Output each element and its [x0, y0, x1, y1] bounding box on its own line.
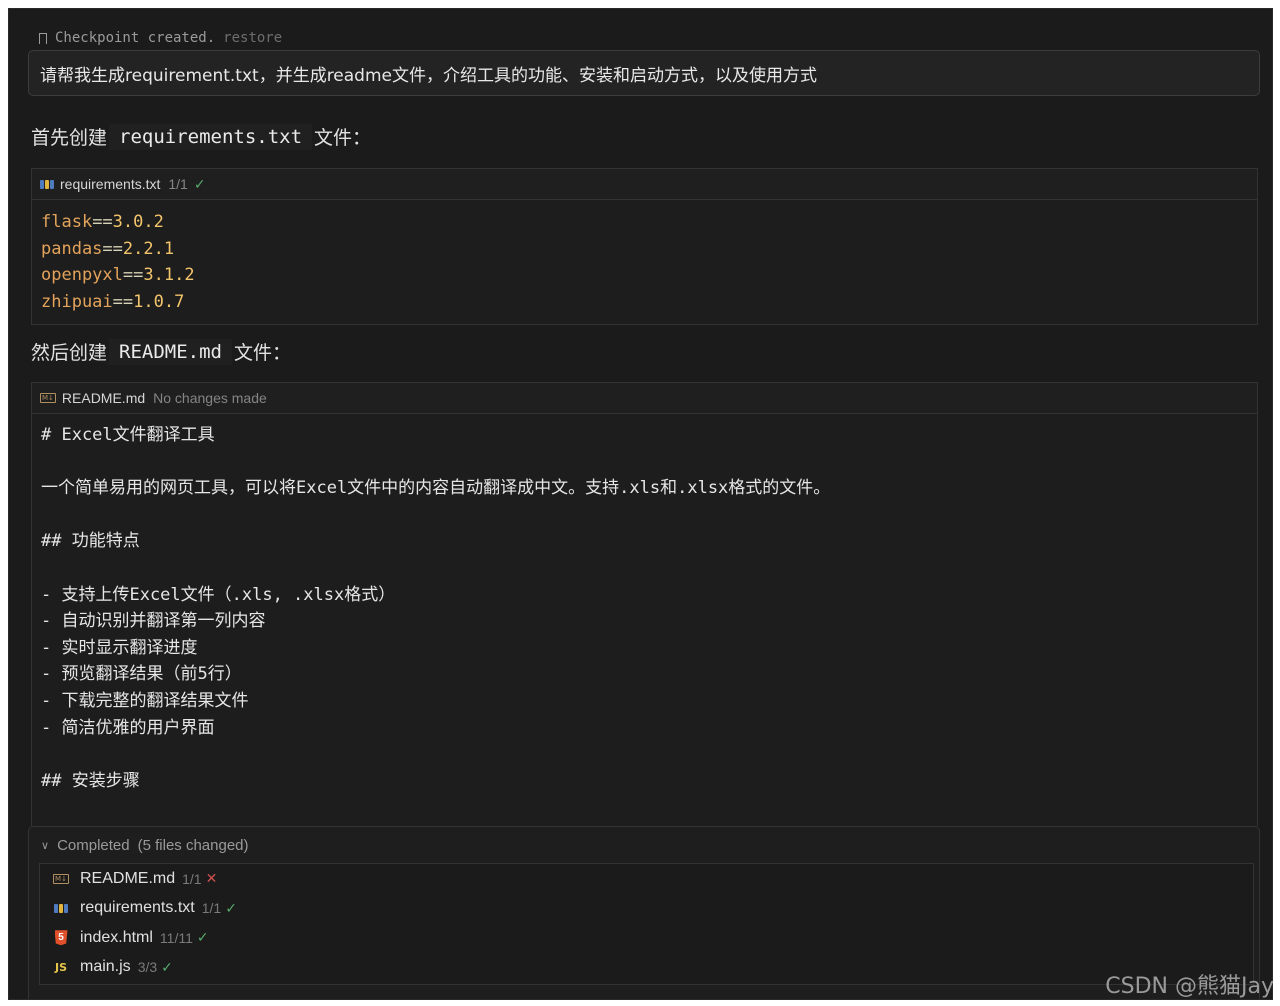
markdown-line — [41, 502, 1257, 529]
check-icon: ✓ — [193, 175, 206, 192]
html5-icon: 5 — [52, 930, 70, 946]
code-block-filename: requirements.txt — [60, 176, 161, 192]
code-block-header[interactable]: M↓ README.md No changes made — [32, 383, 1257, 414]
pip-icon — [52, 903, 70, 913]
check-icon: ✓ — [196, 929, 209, 946]
cross-icon: ✕ — [205, 870, 218, 887]
file-name: main.js — [80, 958, 131, 976]
code-block-readme: M↓ README.md No changes made # Excel文件翻译… — [31, 382, 1258, 826]
operator: == — [102, 238, 123, 259]
markdown-line — [41, 555, 1257, 582]
markdown-icon: M↓ — [40, 393, 56, 403]
completed-title: Completed — [57, 836, 130, 854]
markdown-line: - 简洁优雅的用户界面 — [41, 717, 215, 738]
step-heading-readme: 然后创建 README.md 文件： — [31, 338, 291, 365]
watermark: CSDN @熊猫Jay — [1105, 974, 1274, 999]
package-name: zhipuai — [41, 291, 113, 312]
chevron-down-icon: ∨ — [41, 839, 50, 852]
package-version: 3.1.2 — [143, 265, 195, 286]
inline-code-filename: README.md — [109, 338, 232, 365]
code-lines: # Excel文件翻译工具一个简单易用的网页工具，可以将Excel文件中的内容自… — [32, 414, 1257, 794]
changed-file-row[interactable]: M↓ README.md 1/1 ✕ — [40, 864, 1253, 894]
bookmark-icon — [39, 32, 47, 47]
changed-file-row[interactable]: 5 index.html 11/11 ✓ — [40, 923, 1253, 953]
operator: == — [122, 265, 144, 286]
changed-file-row[interactable]: requirements.txt 1/1 ✓ — [40, 894, 1253, 924]
step-heading-requirements: 首先创建 requirements.txt 文件： — [31, 123, 371, 150]
markdown-line: 一个简单易用的网页工具，可以将Excel文件中的内容自动翻译成中文。支持.xls… — [41, 478, 831, 499]
code-block-meta: No changes made — [153, 390, 267, 406]
code-block-filename: README.md — [61, 390, 146, 406]
check-icon: ✓ — [225, 899, 237, 916]
chat-panel: Checkpoint created. restore 请帮我生成require… — [8, 8, 1273, 1000]
user-prompt[interactable]: 请帮我生成requirement.txt，并生成readme文件，介绍工具的功能… — [28, 50, 1260, 96]
heading-text: 文件： — [233, 342, 291, 364]
changed-files-list: M↓ README.md 1/1 ✕ requirements.txt 1/1 ✓ 5 inde… — [39, 863, 1254, 985]
prompt-text: 请帮我生成requirement.txt，并生成readme文件，介绍工具的功能… — [40, 65, 817, 86]
markdown-line: - 支持上传Excel文件（.xls, .xlsx格式） — [41, 584, 396, 605]
markdown-line: - 下载完整的翻译结果文件 — [41, 690, 249, 711]
markdown-line: - 自动识别并翻译第一列内容 — [41, 611, 266, 632]
markdown-line — [41, 741, 1257, 768]
operator: == — [112, 291, 134, 312]
file-name: requirements.txt — [80, 899, 195, 917]
code-line: openpyxl==3.1.2 — [41, 262, 1257, 289]
heading-text: 然后创建 — [31, 342, 108, 364]
markdown-line: - 预览翻译结果（前5行） — [41, 664, 242, 685]
code-block-requirements: requirements.txt 1/1 ✓ flask==3.0.2 panda… — [31, 168, 1258, 325]
file-meta: 11/11 — [159, 929, 193, 946]
heading-text: 文件： — [314, 127, 372, 149]
package-version: 2.2.1 — [122, 238, 175, 259]
restore-link[interactable]: restore — [223, 30, 282, 46]
file-name: index.html — [80, 928, 153, 946]
package-name: pandas — [41, 238, 103, 259]
file-name: README.md — [80, 869, 176, 887]
pip-icon — [40, 179, 54, 189]
code-block-header[interactable]: requirements.txt 1/1 ✓ — [32, 169, 1257, 200]
code-block-meta: 1/1 — [168, 176, 188, 192]
js-icon: JS — [54, 960, 67, 974]
markdown-icon: M↓ — [53, 873, 69, 884]
operator: == — [92, 212, 113, 232]
checkpoint-bar: Checkpoint created. restore — [39, 28, 282, 48]
check-icon: ✓ — [161, 958, 173, 975]
markdown-line: ## 功能特点 — [41, 531, 140, 552]
file-meta: 3/3 — [137, 959, 158, 976]
file-meta: 1/1 — [201, 900, 222, 917]
markdown-line: - 实时显示翻译进度 — [41, 637, 198, 658]
inline-code-filename: requirements.txt — [109, 123, 313, 150]
code-lines: flask==3.0.2 pandas==2.2.1 openpyxl==3.1.2… — [32, 200, 1257, 315]
code-line: pandas==2.2.1 — [41, 236, 1257, 263]
changed-file-row[interactable]: JS main.js 3/3 ✓ — [40, 953, 1253, 983]
package-name: flask — [41, 212, 93, 232]
file-meta: 1/1 — [182, 870, 202, 887]
completed-panel: ∨ Completed (5 files changed) M↓ README.m… — [28, 826, 1260, 999]
code-line: flask==3.0.2 — [41, 209, 1257, 236]
markdown-line: ## 安装步骤 — [41, 770, 140, 791]
code-line: zhipuai==1.0.7 — [41, 289, 1257, 316]
package-version: 3.0.2 — [112, 212, 164, 232]
markdown-line — [41, 449, 1257, 476]
completed-header[interactable]: ∨ Completed (5 files changed) — [29, 827, 1259, 863]
completed-count: (5 files changed) — [137, 836, 249, 854]
markdown-line: # Excel文件翻译工具 — [41, 425, 215, 445]
package-name: openpyxl — [41, 265, 123, 286]
heading-text: 首先创建 — [31, 127, 108, 149]
package-version: 1.0.7 — [133, 291, 185, 312]
checkpoint-label: Checkpoint created. — [55, 30, 216, 46]
